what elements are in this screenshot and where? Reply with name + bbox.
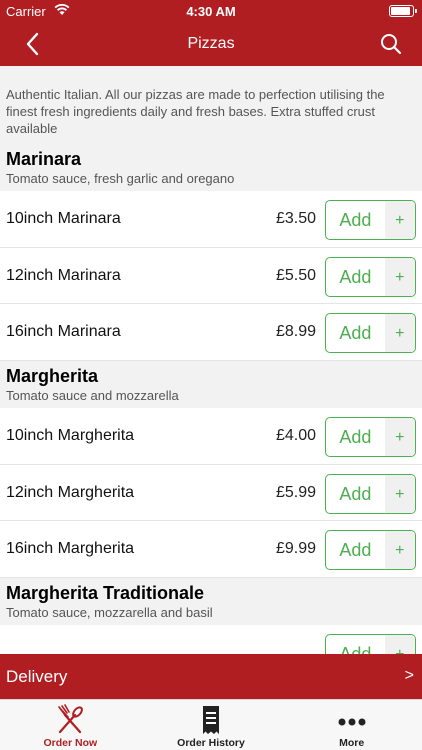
navigation-bar: Pizzas xyxy=(0,22,422,66)
menu-item-row[interactable]: 10inch Marinara £3.50 Add + xyxy=(0,191,422,248)
menu-item-row[interactable]: 12inch Marinara £5.50 Add + xyxy=(0,247,422,305)
clock: 4:30 AM xyxy=(186,4,236,19)
section-description: Tomato sauce, mozzarella and basil xyxy=(6,605,213,621)
add-label: Add xyxy=(339,210,372,230)
battery-icon xyxy=(389,5,417,17)
add-button[interactable]: Add + xyxy=(325,530,416,571)
add-button[interactable]: Add + xyxy=(325,256,416,297)
add-label: Add xyxy=(339,427,372,448)
search-icon[interactable] xyxy=(378,31,404,57)
section-description: Tomato sauce, fresh garlic and oregano xyxy=(6,171,235,186)
plus-icon: + xyxy=(384,418,415,457)
plus-icon: + xyxy=(384,635,415,654)
add-button[interactable]: Add + xyxy=(325,313,416,354)
item-price: £5.50 xyxy=(275,266,316,284)
add-label: Add xyxy=(326,635,385,654)
section-header-marinara: Marinara Tomato sauce, fresh garlic and … xyxy=(0,144,422,191)
add-button[interactable]: Add + xyxy=(325,417,416,458)
item-price: £4.00 xyxy=(275,427,316,445)
page-title: Pizzas xyxy=(187,35,235,52)
tab-more[interactable]: More xyxy=(281,700,422,750)
add-button[interactable]: Add + xyxy=(325,473,416,514)
item-name: 10inch Marinara xyxy=(6,210,121,227)
add-label: Add xyxy=(339,483,372,504)
category-description: Authentic Italian. All our pizzas are ma… xyxy=(6,87,385,136)
plus-icon: + xyxy=(384,257,415,296)
receipt-icon xyxy=(194,704,228,736)
menu-content[interactable]: Authentic Italian. All our pizzas are ma… xyxy=(0,66,422,654)
item-name: 10inch Margherita xyxy=(6,427,135,445)
add-label: Add xyxy=(339,540,372,561)
menu-item-row[interactable]: 10inch Margherita £4.00 Add + xyxy=(0,408,422,465)
menu-item-row[interactable]: 16inch Margherita £9.99 Add + xyxy=(0,521,422,579)
section-title: Marinara xyxy=(6,149,82,169)
item-name: 16inch Marinara xyxy=(6,323,121,341)
delivery-label: Delivery xyxy=(6,667,68,686)
menu-item-row[interactable]: 12inch Margherita £5.99 Add + xyxy=(0,464,422,522)
menu-item-row[interactable]: Add+ xyxy=(0,625,422,654)
section-header-margherita: Margherita Tomato sauce and mozzarella xyxy=(0,361,422,409)
more-dots-icon xyxy=(335,704,369,736)
section-header-margherita-traditionale: Margherita Traditionale Tomato sauce, mo… xyxy=(0,578,422,626)
status-bar: Carrier 4:30 AM xyxy=(0,0,422,22)
tab-label: More xyxy=(339,737,365,749)
plus-icon: + xyxy=(384,531,415,570)
section-title: Margherita xyxy=(6,366,99,387)
menu-item-row[interactable]: 16inch Marinara £8.99 Add + xyxy=(0,304,422,362)
section-title: Margherita Traditionale xyxy=(6,583,205,604)
item-name: 16inch Margherita xyxy=(6,540,135,558)
plus-icon: + xyxy=(384,201,415,239)
delivery-bar[interactable]: Delivery > xyxy=(0,654,422,699)
item-price: £3.50 xyxy=(275,210,316,227)
plus-icon: + xyxy=(384,474,415,513)
item-name: 12inch Marinara xyxy=(6,266,121,284)
tab-order-history[interactable]: Order History xyxy=(141,700,282,750)
item-price: £5.99 xyxy=(275,483,316,501)
item-price: £9.99 xyxy=(275,540,316,558)
fork-knife-icon xyxy=(53,704,87,736)
add-button[interactable]: Add+ xyxy=(325,634,416,654)
item-name: 12inch Margherita xyxy=(6,483,135,501)
tab-label: Order Now xyxy=(43,737,98,749)
add-label: Add xyxy=(339,266,372,287)
tab-order-now[interactable]: Order Now xyxy=(0,700,141,750)
add-label: Add xyxy=(339,323,372,344)
tab-bar: Order Now Order History More xyxy=(0,699,422,750)
chevron-right-icon: > xyxy=(404,667,414,684)
tab-label: Order History xyxy=(177,737,245,749)
add-button[interactable]: Add + xyxy=(325,200,416,240)
plus-icon: + xyxy=(384,314,415,353)
item-price: £8.99 xyxy=(275,323,316,341)
section-description: Tomato sauce and mozzarella xyxy=(6,388,179,404)
